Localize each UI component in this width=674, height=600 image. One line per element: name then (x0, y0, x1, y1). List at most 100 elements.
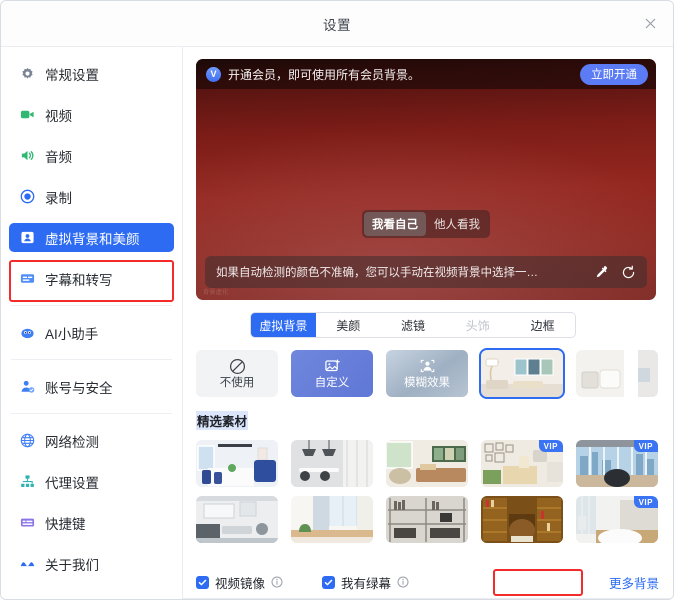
tab-beauty[interactable]: 美颜 (315, 313, 381, 337)
sidebar-item-audio[interactable]: 音频 (9, 141, 174, 170)
bedroom-white-thumb (576, 350, 658, 397)
info-icon[interactable] (397, 576, 409, 588)
vip-promo-banner: V 开通会员，即可使用所有会员背景。 立即开通 (196, 59, 656, 89)
living-room-window-plants (386, 440, 468, 487)
sidebar-item-account-security[interactable]: 账号与安全 (9, 372, 174, 401)
main-panel: V 开通会员，即可使用所有会员背景。 立即开通 我看自己 他人看我 如果自动检测… (183, 47, 673, 599)
caption-icon (19, 271, 35, 287)
background-thumbnail[interactable] (386, 496, 468, 543)
sidebar-item-label: 虚拟背景和美颜 (45, 231, 140, 247)
sidebar-item-label: AI小助手 (45, 326, 99, 342)
living-room-art-thumb (481, 350, 563, 397)
grey-dining-lamps (291, 440, 373, 487)
background-thumbnail[interactable]: VIP (576, 496, 658, 543)
view-mode-self[interactable]: 我看自己 (364, 212, 426, 236)
view-mode-others[interactable]: 他人看我 (426, 212, 488, 236)
close-icon[interactable] (637, 11, 663, 37)
background-option-label: 不使用 (219, 376, 255, 389)
vip-badge-icon: V (206, 66, 221, 82)
mirror-checkbox[interactable]: 视频镜像 (196, 573, 283, 592)
sidebar-item-label: 常规设置 (45, 67, 99, 83)
eyedropper-icon[interactable] (592, 263, 611, 282)
background-thumbnail[interactable] (196, 496, 278, 543)
background-option-thumbnail[interactable] (479, 348, 565, 399)
background-option-blur[interactable]: 模糊效果 (386, 350, 468, 397)
background-thumbnail[interactable] (386, 440, 468, 487)
view-mode-toggle: 我看自己 他人看我 (362, 210, 490, 238)
sidebar-item-general[interactable]: 常规设置 (9, 59, 174, 88)
sidebar-divider (11, 305, 172, 306)
background-thumbnail[interactable]: VIP (481, 440, 563, 487)
sidebar-item-label: 录制 (45, 190, 72, 206)
loft-living-grey (196, 496, 278, 543)
mirror-label: 视频镜像 (215, 576, 266, 591)
footer-divider (183, 598, 673, 599)
sidebar-item-network-test[interactable]: 网络检测 (9, 426, 174, 455)
image-plus-icon (324, 358, 341, 375)
featured-row-2: VIP (196, 496, 673, 543)
sidebar-item-proxy[interactable]: 代理设置 (9, 467, 174, 496)
title-bar: 设置 (1, 1, 673, 47)
meeting-room-blue-sofa (196, 440, 278, 487)
tab-virtual-background[interactable]: 虚拟背景 (251, 313, 316, 337)
greenscreen-hint-text: 如果自动检测的颜色不准确，您可以手动在视频背景中选择一… (216, 267, 538, 279)
blur-person-icon (419, 358, 436, 375)
background-option-none[interactable]: 不使用 (196, 350, 278, 397)
background-thumbnail[interactable]: VIP (576, 440, 658, 487)
vip-badge: VIP (633, 440, 658, 452)
more-backgrounds-link[interactable]: 更多背景 (609, 573, 659, 592)
proxy-icon (19, 474, 35, 490)
info-icon[interactable] (271, 576, 283, 588)
bright-curtain-window (291, 496, 373, 543)
refresh-icon[interactable] (619, 263, 638, 282)
background-option-label: 自定义 (314, 376, 350, 389)
video-preview: V 开通会员，即可使用所有会员背景。 立即开通 我看自己 他人看我 如果自动检测… (196, 59, 656, 300)
vip-badge: VIP (538, 440, 563, 452)
checkbox-checked-icon (322, 575, 336, 589)
page-title: 设置 (323, 17, 351, 33)
speaker-icon (19, 148, 35, 164)
greenscreen-checkbox[interactable]: 我有绿幕 (322, 573, 409, 592)
sidebar-divider (11, 413, 172, 414)
checkbox-checked-icon (196, 575, 209, 589)
greenscreen-label: 我有绿幕 (341, 576, 392, 591)
sidebar-item-label: 视频 (45, 108, 72, 124)
vip-badge: VIP (633, 496, 658, 508)
background-thumbnail[interactable] (291, 440, 373, 487)
industrial-bookshelf-desk (386, 496, 468, 543)
activate-vip-button[interactable]: 立即开通 (580, 63, 648, 85)
background-thumbnail[interactable] (481, 496, 563, 543)
sidebar-item-record[interactable]: 录制 (9, 182, 174, 211)
tab-headwear: 头饰 (445, 313, 511, 337)
person-card-icon (19, 230, 35, 246)
sidebar-item-label: 代理设置 (45, 475, 99, 491)
about-icon (19, 556, 35, 572)
keyboard-icon (19, 515, 35, 531)
tab-filter[interactable]: 滤镜 (380, 313, 446, 337)
globe-icon (19, 433, 35, 449)
featured-section-title: 精选素材 (196, 411, 249, 430)
sidebar-item-shortcuts[interactable]: 快捷键 (9, 508, 174, 537)
account-security-icon (19, 379, 35, 395)
vip-promo-text: 开通会员，即可使用所有会员背景。 (228, 67, 421, 82)
background-options-row: 不使用 自定义 模糊效果 (196, 348, 673, 399)
record-circle-icon (19, 189, 35, 205)
background-option-custom[interactable]: 自定义 (291, 350, 373, 397)
no-entry-icon (229, 358, 246, 375)
tab-frame[interactable]: 边框 (510, 313, 575, 337)
sidebar-item-captions[interactable]: 字幕和转写 (9, 264, 174, 293)
window-body: 常规设置 视频 音频 录制 虚拟背景和美颜 字幕和转写 AI小助手 账号与安全 … (1, 47, 673, 599)
sidebar-item-ai-assistant[interactable]: AI小助手 (9, 318, 174, 347)
background-option-thumbnail[interactable] (576, 350, 658, 397)
sidebar-item-label: 字幕和转写 (45, 272, 113, 288)
featured-row-1: VIP VIP (196, 440, 673, 487)
sidebar-item-about[interactable]: 关于我们 (9, 549, 174, 578)
footer-bar: 视频镜像 我有绿幕 更多背景 (196, 565, 673, 599)
effects-tabs: 虚拟背景 美颜 滤镜 头饰 边框 (250, 312, 576, 338)
greenscreen-hint-bar: 如果自动检测的颜色不准确，您可以手动在视频背景中选择一… (205, 256, 647, 288)
wood-library-leather-chair (481, 496, 563, 543)
sidebar-item-virtual-background[interactable]: 虚拟背景和美颜 (9, 223, 174, 252)
sidebar-item-video[interactable]: 视频 (9, 100, 174, 129)
background-thumbnail[interactable] (196, 440, 278, 487)
background-thumbnail[interactable] (291, 496, 373, 543)
